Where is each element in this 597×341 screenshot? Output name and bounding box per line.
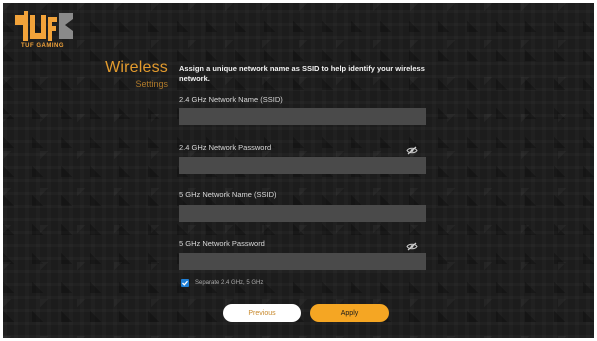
ssid-5-input[interactable] xyxy=(179,205,426,222)
password-5-input[interactable] xyxy=(179,253,426,270)
tuf-gaming-logo: TUF GAMING xyxy=(15,11,77,51)
eye-slash-icon[interactable] xyxy=(406,142,418,155)
password-24-input[interactable] xyxy=(179,157,426,174)
separate-bands-checkbox[interactable] xyxy=(181,279,189,287)
logo-text: TUF GAMING xyxy=(21,43,64,49)
separate-bands-label: Separate 2.4 GHz, 5 GHz xyxy=(195,280,264,286)
password-5-label: 5 GHz Network Password xyxy=(179,239,265,248)
ssid-5-label: 5 GHz Network Name (SSID) xyxy=(179,190,277,199)
previous-button[interactable]: Previous xyxy=(223,304,301,322)
ssid-24-label: 2.4 GHz Network Name (SSID) xyxy=(179,95,283,104)
apply-button[interactable]: Apply xyxy=(310,304,389,322)
check-icon xyxy=(182,280,188,286)
password-24-label: 2.4 GHz Network Password xyxy=(179,143,272,152)
ssid-24-input[interactable] xyxy=(179,108,426,125)
intro-text: Assign a unique network name as SSID to … xyxy=(179,64,425,83)
eye-slash-icon[interactable] xyxy=(406,238,418,251)
section-subtitle: Settings xyxy=(135,79,168,89)
section-title: Wireless xyxy=(105,59,168,76)
wizard-frame: TUF GAMING Wireless Settings Assign a un… xyxy=(3,3,594,338)
